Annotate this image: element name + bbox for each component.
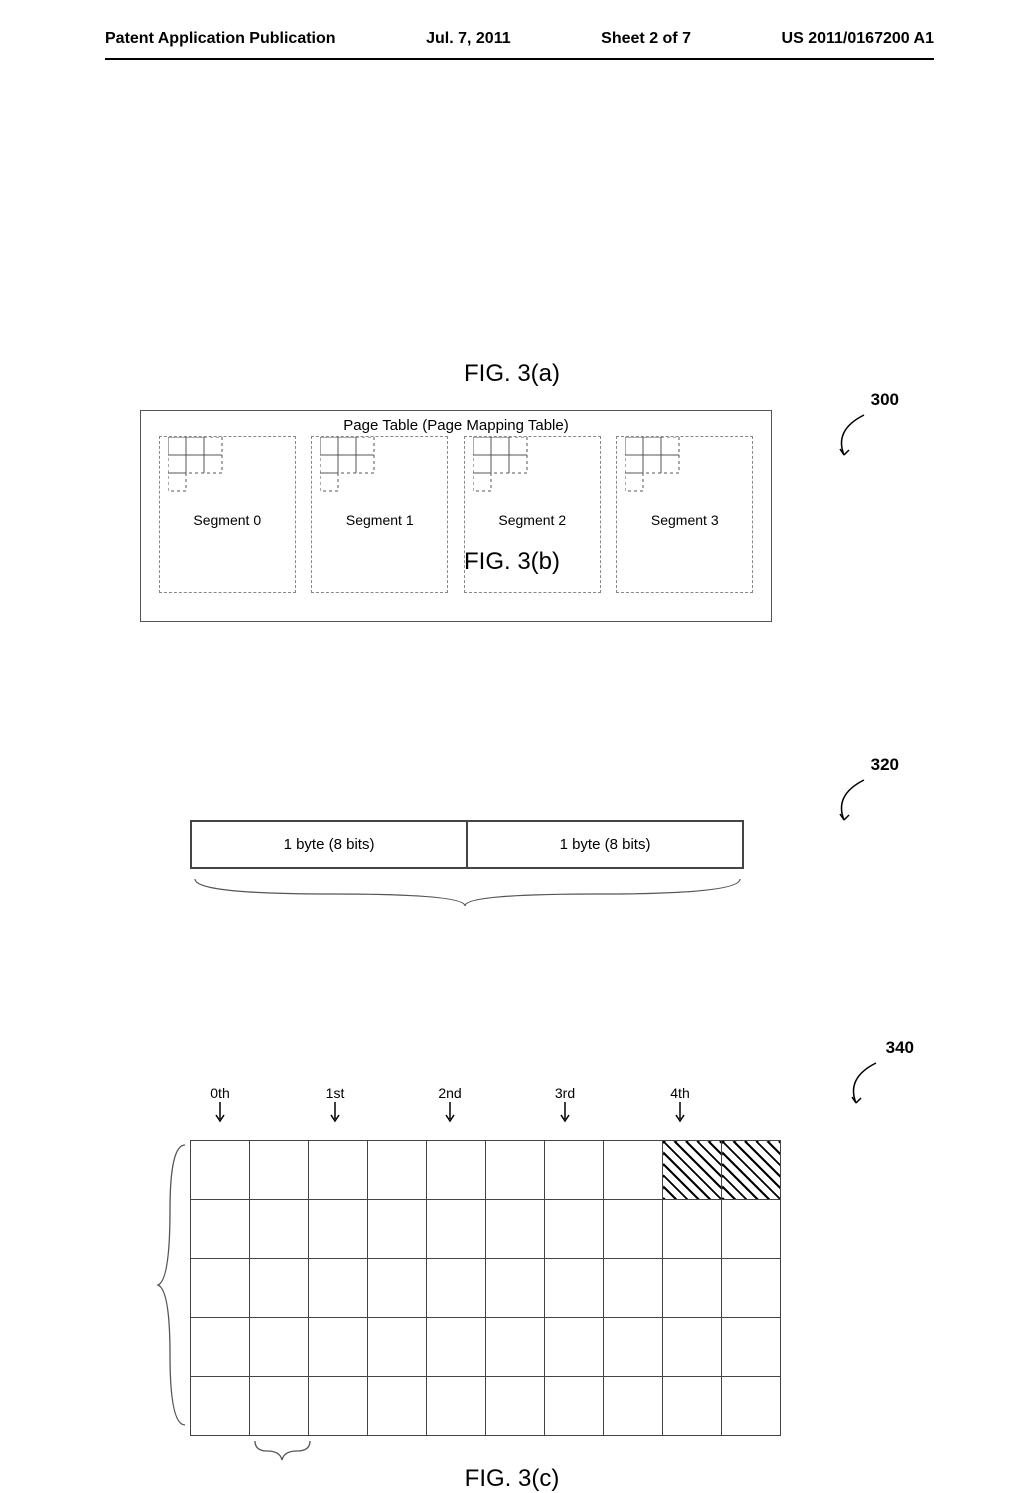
segment-grid-icon bbox=[168, 437, 238, 497]
segment-0: Segment 0 bbox=[159, 436, 296, 593]
segment-grid-icon bbox=[473, 437, 543, 497]
ordinal-0: 0th bbox=[190, 1085, 250, 1124]
segment-label: Segment 3 bbox=[617, 512, 752, 528]
page-header: Patent Application Publication Jul. 7, 2… bbox=[0, 0, 1024, 58]
header-sheet: Sheet 2 of 7 bbox=[601, 30, 691, 48]
down-arrow-icon bbox=[214, 1102, 226, 1124]
figure-3c-caption: FIG. 3(c) bbox=[0, 1465, 1024, 1493]
segment-grid-icon bbox=[320, 437, 390, 497]
page-table-title: Page Table (Page Mapping Table) bbox=[141, 411, 771, 434]
hatched-cell bbox=[663, 1141, 722, 1200]
hatched-cell bbox=[722, 1141, 781, 1200]
ordinal-text: 4th bbox=[670, 1085, 689, 1101]
ordinal-text: 0th bbox=[210, 1085, 229, 1101]
ordinal-4: 4th bbox=[650, 1085, 710, 1124]
ordinal-text: 3rd bbox=[555, 1085, 575, 1101]
leader-curve-300 bbox=[824, 410, 874, 470]
page-table-box: Page Table (Page Mapping Table) bbox=[140, 410, 772, 622]
header-rule bbox=[105, 58, 934, 60]
header-left: Patent Application Publication bbox=[105, 30, 336, 48]
figure-3c: 0th 1st 2nd 3rd 4th bbox=[160, 1085, 840, 1436]
ordinal-1: 1st bbox=[305, 1085, 365, 1124]
reference-numeral-340: 340 bbox=[886, 1038, 914, 1058]
ordinal-text: 1st bbox=[326, 1085, 345, 1101]
bottom-brace-icon bbox=[252, 1438, 314, 1466]
table-row bbox=[191, 1141, 781, 1200]
segments-row: Segment 0 bbox=[141, 436, 771, 593]
segment-3: Segment 3 bbox=[616, 436, 753, 593]
table-row bbox=[191, 1377, 781, 1436]
figure-content: 300 Page Table (Page Mapping Table) bbox=[0, 360, 1024, 576]
segment-grid-icon bbox=[625, 437, 695, 497]
figure-3a-caption: FIG. 3(a) bbox=[0, 360, 1024, 388]
table-row bbox=[191, 1259, 781, 1318]
segment-1: Segment 1 bbox=[311, 436, 448, 593]
figure-3a: Page Table (Page Mapping Table) bbox=[140, 410, 790, 622]
ordinal-text: 2nd bbox=[438, 1085, 461, 1101]
ordinal-3: 3rd bbox=[535, 1085, 595, 1124]
down-arrow-icon bbox=[444, 1102, 456, 1124]
ordinal-2: 2nd bbox=[420, 1085, 480, 1124]
table-row bbox=[191, 1200, 781, 1259]
left-brace-icon bbox=[155, 1140, 190, 1430]
leader-curve-320 bbox=[824, 775, 874, 835]
grid-table-340 bbox=[190, 1140, 781, 1436]
segment-label: Segment 2 bbox=[465, 512, 600, 528]
reference-numeral-300: 300 bbox=[871, 390, 899, 410]
reference-numeral-320: 320 bbox=[871, 755, 899, 775]
down-arrow-icon bbox=[674, 1102, 686, 1124]
underbrace-icon bbox=[190, 874, 750, 914]
down-arrow-icon bbox=[329, 1102, 341, 1124]
figure-3b: 1 byte (8 bits) 1 byte (8 bits) bbox=[190, 820, 780, 919]
segment-2: Segment 2 bbox=[464, 436, 601, 593]
byte-row: 1 byte (8 bits) 1 byte (8 bits) bbox=[190, 820, 744, 869]
ordinal-labels-row: 0th 1st 2nd 3rd 4th bbox=[160, 1085, 840, 1140]
table-row bbox=[191, 1318, 781, 1377]
byte-cell-1: 1 byte (8 bits) bbox=[468, 822, 742, 867]
header-mid: Jul. 7, 2011 bbox=[426, 30, 511, 48]
byte-cell-0: 1 byte (8 bits) bbox=[192, 822, 468, 867]
header-right: US 2011/0167200 A1 bbox=[782, 30, 934, 48]
leader-curve-340 bbox=[836, 1058, 886, 1118]
segment-label: Segment 0 bbox=[160, 512, 295, 528]
down-arrow-icon bbox=[559, 1102, 571, 1124]
segment-label: Segment 1 bbox=[312, 512, 447, 528]
